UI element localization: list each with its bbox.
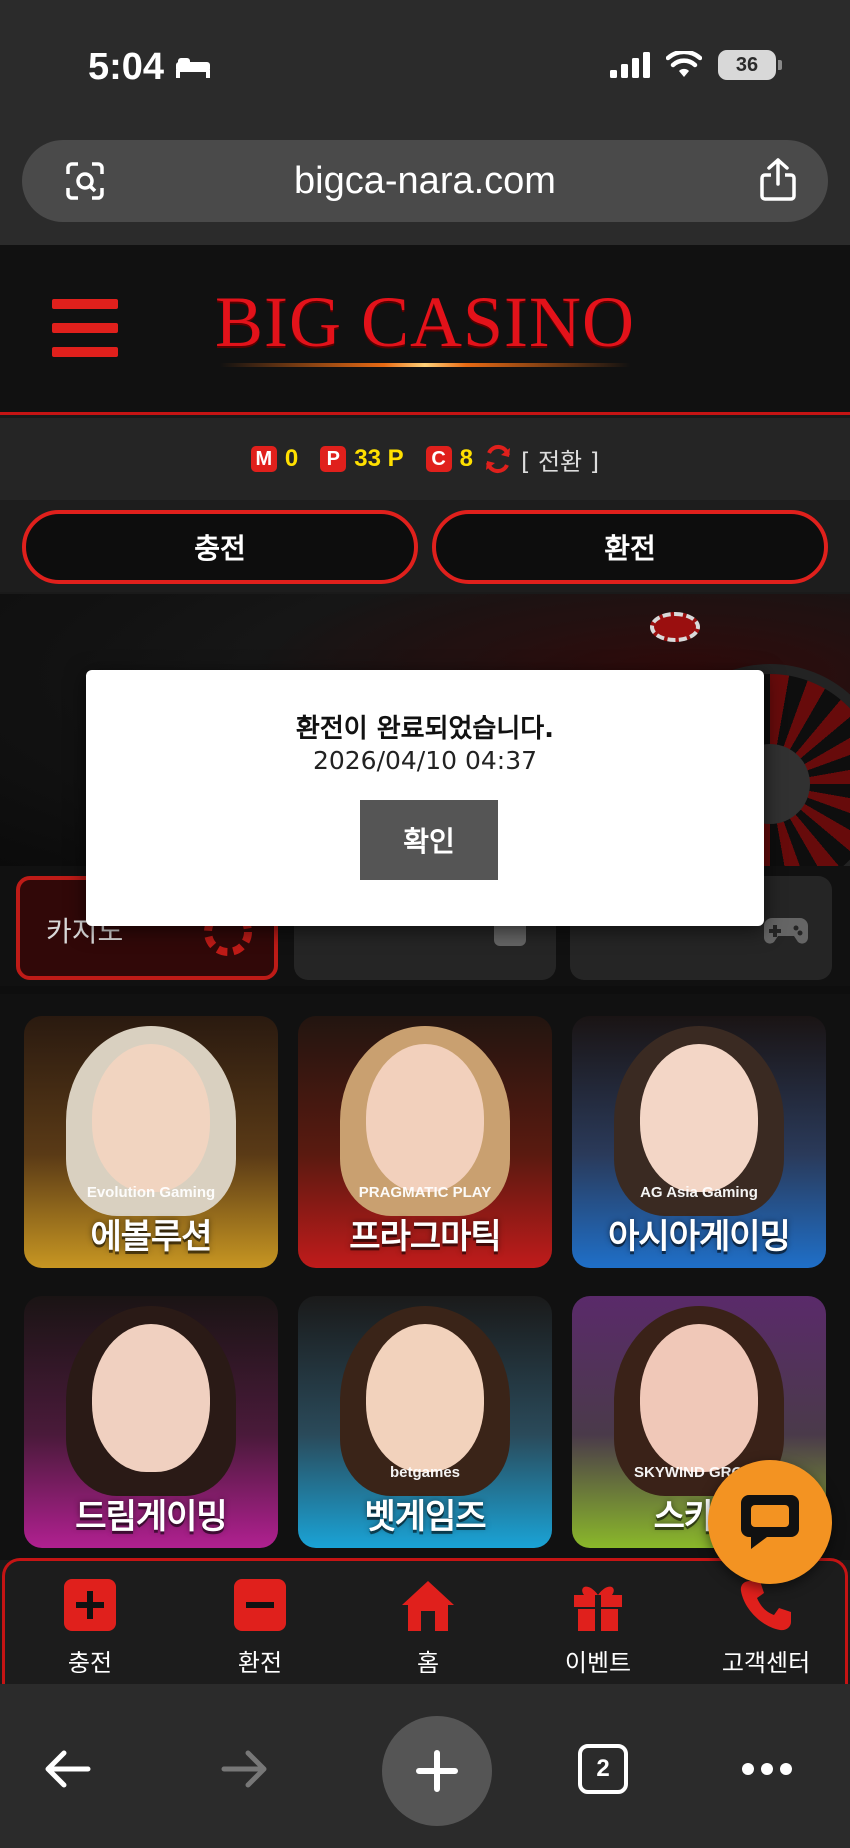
point-badge: P <box>320 446 347 472</box>
nav-home-label: 홈 <box>416 1649 440 1677</box>
game-card-betgames[interactable]: betgames 벳게임즈 <box>298 1296 552 1548</box>
site-logo[interactable]: BIG CASINO <box>215 281 635 364</box>
wifi-icon <box>666 51 702 77</box>
provider-name: 드림게이밍 <box>75 1497 227 1537</box>
money-badge: M <box>250 446 277 472</box>
logo-underline <box>220 363 630 367</box>
nav-withdraw-label: 환전 <box>237 1649 283 1677</box>
page-scan-icon[interactable] <box>66 162 104 200</box>
game-card-pragmatic[interactable]: PRAGMATIC PLAY 프라그마틱 <box>298 1016 552 1268</box>
plus-icon <box>416 1750 458 1792</box>
chat-bubble-icon <box>741 1495 799 1549</box>
provider-name: 프라그마틱 <box>349 1217 501 1257</box>
wallet-action-row: 충전 환전 <box>0 500 850 592</box>
hostess-image <box>366 1044 484 1192</box>
url-text[interactable]: bigca-nara.com <box>294 160 556 203</box>
back-button[interactable] <box>22 1724 112 1814</box>
withdraw-button[interactable]: 환전 <box>432 510 828 584</box>
alert-message: 환전이 완료되었습니다. <box>295 714 555 744</box>
money-value: 0 <box>284 445 299 472</box>
provider-brand: Evolution Gaming <box>86 1184 216 1201</box>
provider-brand: AG Asia Gaming <box>640 1184 758 1201</box>
back-arrow-icon <box>45 1750 91 1788</box>
coupon-badge: C <box>425 446 452 472</box>
provider-brand: betgames <box>389 1464 461 1481</box>
hostess-image <box>92 1324 210 1472</box>
nav-withdraw[interactable]: 환전 <box>195 1577 325 1678</box>
phone-icon <box>740 1581 791 1631</box>
status-time: 5:04 <box>88 46 165 88</box>
confirm-button[interactable]: 확인 <box>360 800 498 880</box>
hostess-image <box>92 1044 210 1192</box>
provider-brand: PRAGMATIC PLAY <box>358 1184 492 1201</box>
game-card-evolution[interactable]: Evolution Gaming 에볼루션 <box>24 1016 278 1268</box>
gift-icon <box>574 1586 622 1631</box>
refresh-icon[interactable] <box>483 444 513 474</box>
site-bottom-nav: 충전 환전 홈 이벤트 고객센터 <box>2 1558 848 1684</box>
browser-toolbar: 2 <box>0 1684 850 1848</box>
battery-indicator: 36 <box>718 50 782 80</box>
tab-count: 2 <box>578 1744 628 1794</box>
nav-event-label: 이벤트 <box>564 1649 632 1677</box>
hostess-image <box>640 1044 758 1192</box>
nav-deposit-label: 충전 <box>67 1649 113 1677</box>
tabs-button[interactable]: 2 <box>558 1724 648 1814</box>
game-provider-grid: Evolution Gaming 에볼루션 PRAGMATIC PLAY 프라그… <box>0 986 850 1560</box>
alert-dialog: 환전이 완료되었습니다. 2026/04/10 04:37 확인 <box>86 670 764 926</box>
more-dots-icon <box>742 1763 792 1775</box>
game-card-asiagaming[interactable]: AG Asia Gaming 아시아게이밍 <box>572 1016 826 1268</box>
provider-name: 에볼루션 <box>90 1217 212 1257</box>
share-icon[interactable] <box>758 158 798 202</box>
chat-button[interactable] <box>708 1460 832 1584</box>
game-card-dreamgaming[interactable]: 드림게이밍 <box>24 1296 278 1548</box>
address-bar[interactable]: bigca-nara.com <box>22 140 828 222</box>
alert-timestamp: 2026/04/10 04:37 <box>312 746 538 775</box>
hamburger-menu-icon[interactable] <box>52 299 118 357</box>
convert-points-link[interactable]: [ 전환 ] <box>521 442 599 477</box>
site-header: BIG CASINO <box>0 245 850 415</box>
nav-support-label: 고객센터 <box>721 1649 811 1677</box>
nav-support[interactable]: 고객센터 <box>701 1577 831 1678</box>
plus-icon <box>64 1579 116 1631</box>
coupon-value: 8 <box>459 445 473 472</box>
forward-button[interactable] <box>200 1724 290 1814</box>
status-bar: 5:04 36 <box>0 0 850 130</box>
hostess-image <box>366 1324 484 1472</box>
hostess-image <box>640 1324 758 1472</box>
nav-event[interactable]: 이벤트 <box>533 1577 663 1678</box>
home-icon <box>402 1581 454 1631</box>
sleep-mode-icon <box>176 57 211 78</box>
cellular-signal-icon <box>610 52 650 78</box>
forward-arrow-icon <box>221 1750 267 1788</box>
provider-name: 아시아게이밍 <box>608 1217 791 1257</box>
nav-home[interactable]: 홈 <box>363 1577 493 1678</box>
minus-icon <box>234 1579 286 1631</box>
deposit-button[interactable]: 충전 <box>22 510 418 584</box>
nav-deposit[interactable]: 충전 <box>25 1577 155 1678</box>
point-value: 33 P <box>354 445 404 472</box>
more-menu-button[interactable] <box>722 1724 812 1814</box>
points-bar: M 0 P 33 P C 8 [ 전환 ] <box>0 418 850 500</box>
new-tab-button[interactable] <box>382 1716 492 1826</box>
provider-name: 벳게임즈 <box>364 1497 486 1537</box>
